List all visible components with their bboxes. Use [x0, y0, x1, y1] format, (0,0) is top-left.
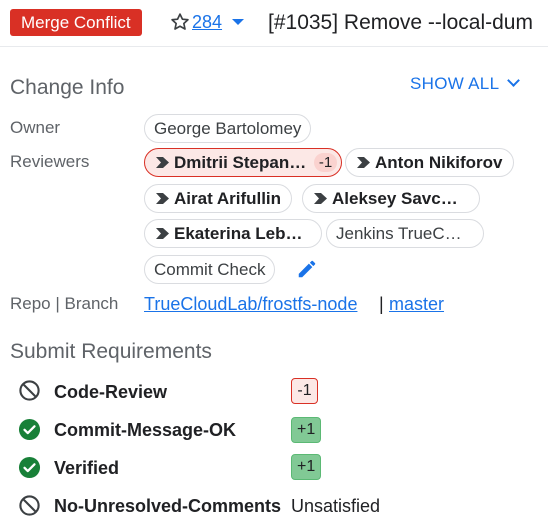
owner-label: Owner [10, 118, 61, 137]
reviewer-name: Ekaterina Leb… [174, 224, 303, 243]
check-circle-icon [18, 456, 41, 479]
reviewer-name: Dmitrii Stepan… [174, 153, 307, 172]
vote-chip[interactable]: +1 [291, 454, 322, 480]
reviewer-chip[interactable]: Airat Arifullin [144, 184, 293, 213]
show-all-button[interactable]: SHOW ALL [410, 73, 499, 95]
reviewer-name: Anton Nikiforov [375, 153, 503, 172]
blocked-icon [19, 495, 40, 516]
repo-branch-label: Repo | Branch [10, 294, 119, 313]
requirement-name[interactable]: Commit-Message-OK [54, 419, 236, 441]
chevron-down-icon[interactable] [507, 74, 520, 87]
cc-chip[interactable]: Commit Check [144, 255, 276, 284]
branch-link[interactable]: master [389, 293, 444, 315]
requirement-name[interactable]: No-Unresolved-Comments [54, 495, 281, 517]
star-icon[interactable] [170, 12, 190, 32]
attention-icon [156, 228, 169, 239]
vote-chip[interactable]: +1 [291, 417, 322, 443]
vote-chip[interactable]: -1 [291, 378, 318, 404]
attention-icon [156, 157, 169, 168]
reviewers-label: Reviewers [10, 152, 90, 171]
requirement-status: Unsatisfied [291, 496, 381, 516]
change-info-title: Change Info [10, 76, 125, 99]
attention-icon [357, 157, 370, 168]
attention-icon [156, 193, 169, 204]
requirement-name[interactable]: Code-Review [54, 381, 167, 403]
reviewer-name: Aleksey Savc… [332, 189, 458, 208]
caret-down-icon[interactable] [232, 19, 244, 25]
reviewer-chip[interactable]: Anton Nikiforov [345, 148, 514, 177]
repo-link[interactable]: TrueCloudLab/frostfs-node [144, 293, 357, 315]
reviewer-chip[interactable]: Aleksey Savc… [302, 184, 480, 213]
change-header: Merge Conflict 284 [#1035] Remove --loca… [0, 0, 548, 47]
star-count-link[interactable]: 284 [192, 11, 222, 33]
owner-chip[interactable]: George Bartolomey [144, 114, 312, 143]
check-circle-icon [18, 418, 41, 441]
reviewer-chip[interactable]: Jenkins TrueC… [326, 219, 484, 248]
reviewer-name: Airat Arifullin [174, 189, 282, 208]
reviewer-chip[interactable]: Dmitrii Stepan… -1 [144, 148, 342, 177]
reviewer-chip[interactable]: Ekaterina Leb… [144, 219, 322, 248]
attention-icon [314, 193, 327, 204]
submit-requirements-title: Submit Requirements [10, 340, 212, 363]
change-title: [#1035] Remove --local-dum [268, 11, 533, 34]
vote-badge: -1 [314, 153, 337, 172]
merge-conflict-badge: Merge Conflict [10, 9, 142, 36]
requirement-name[interactable]: Verified [54, 457, 119, 479]
reviewer-name: Jenkins TrueC… [336, 224, 462, 243]
blocked-icon [19, 380, 40, 401]
pencil-icon[interactable] [296, 258, 318, 280]
branch-separator: | [379, 294, 384, 314]
